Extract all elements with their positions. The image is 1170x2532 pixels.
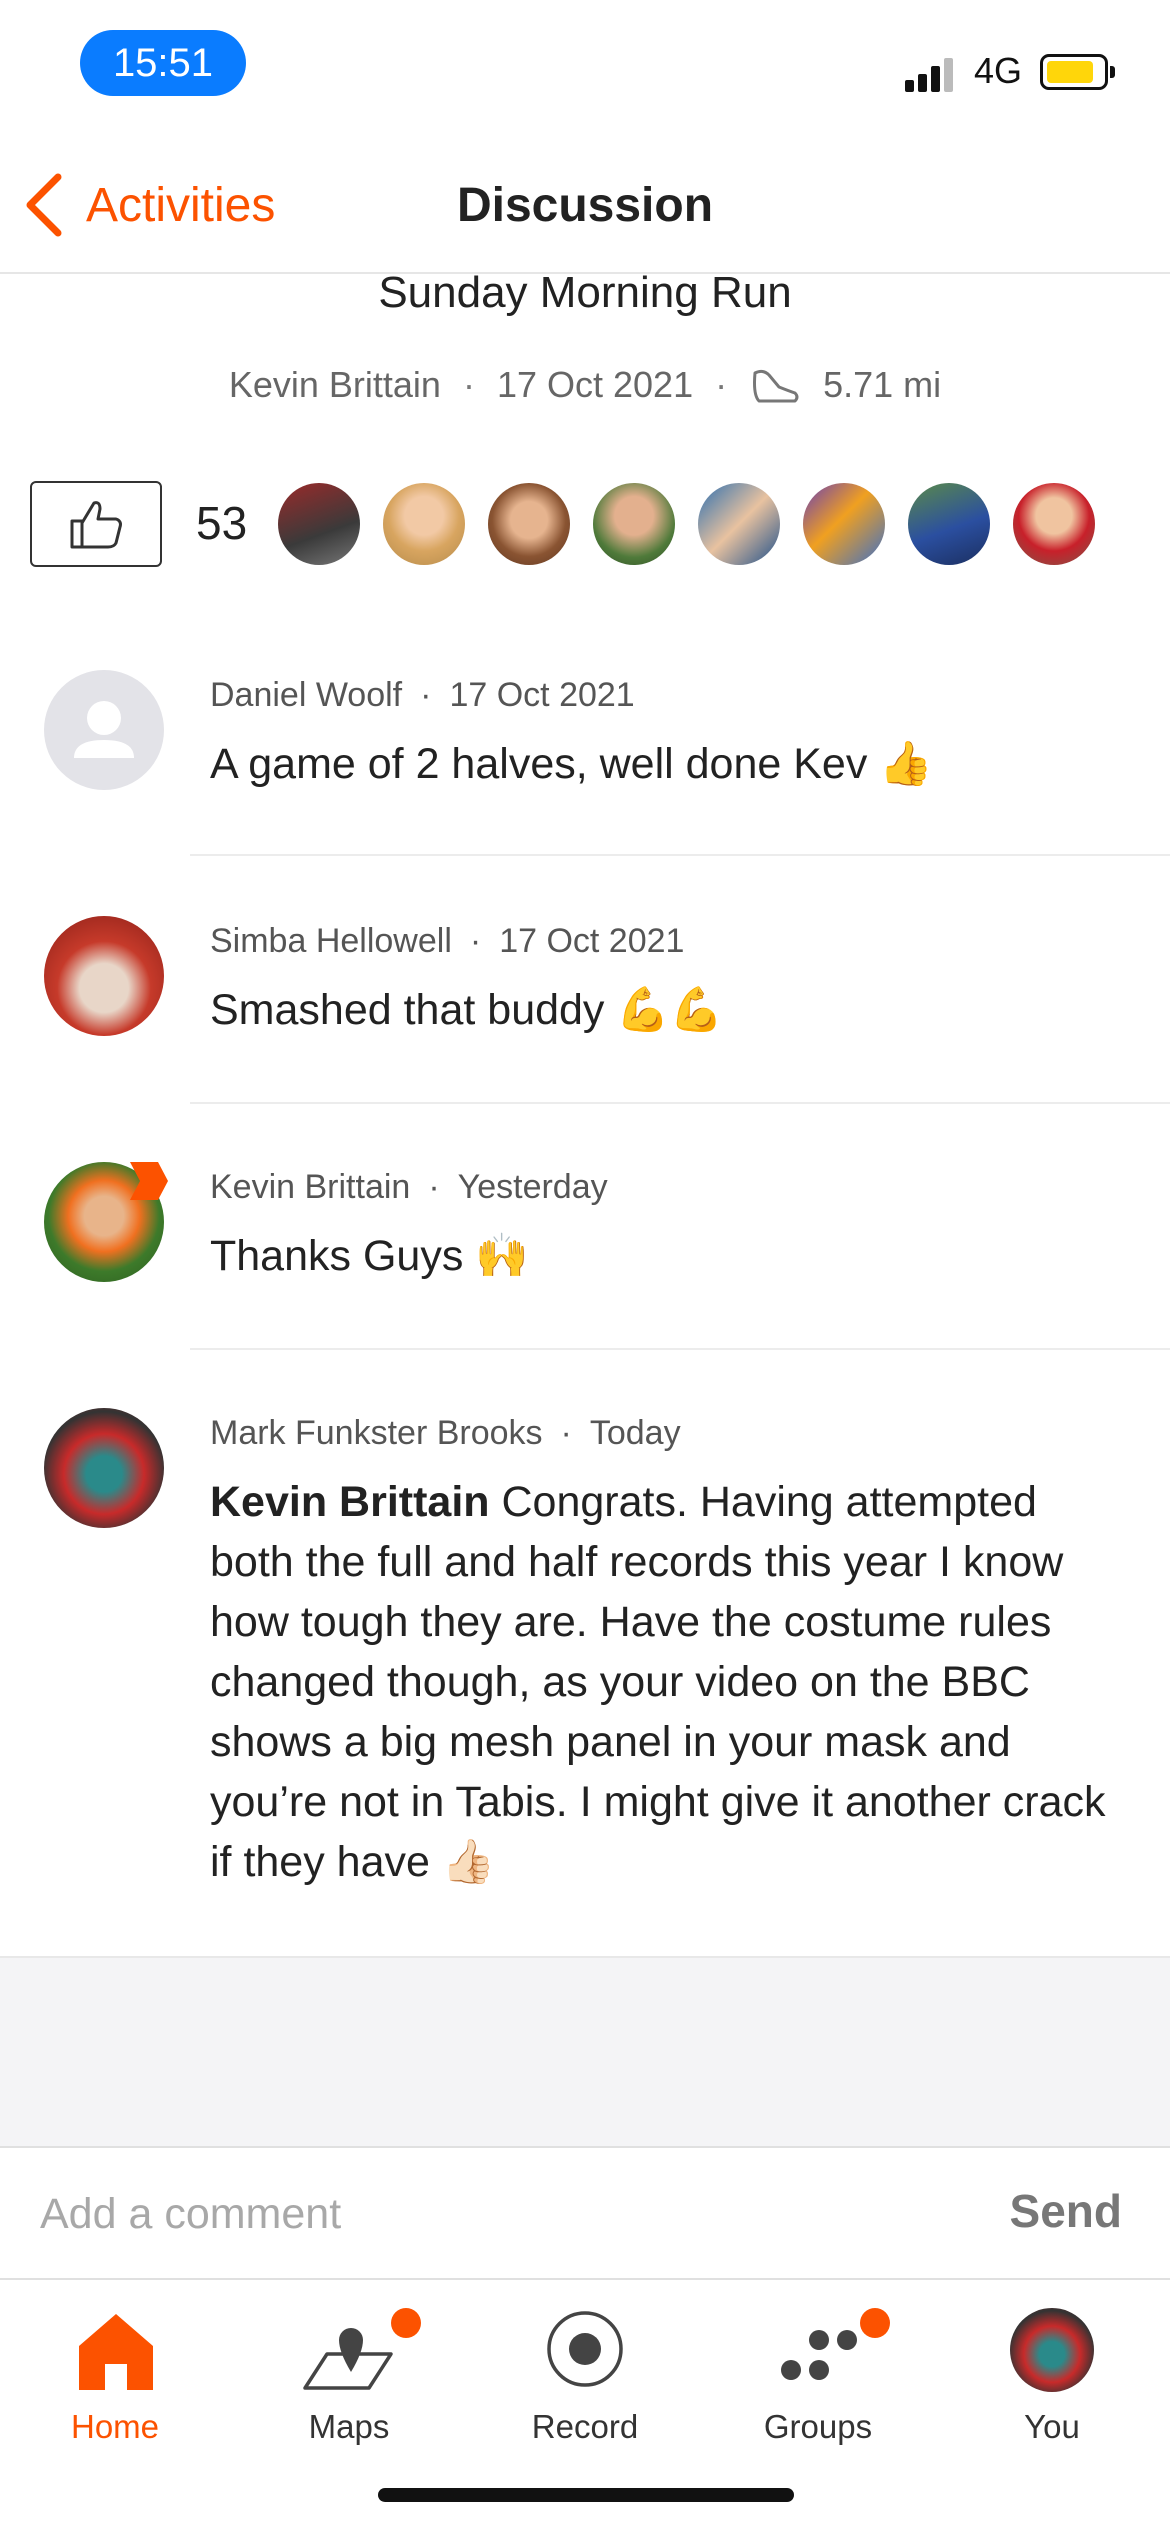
divider [190, 1102, 1170, 1104]
avatar[interactable] [383, 483, 465, 565]
battery-tip [1110, 66, 1115, 78]
list-item: Simba Hellowell · 17 Oct 2021 Smashed th… [0, 916, 1170, 1104]
activity-meta: Kevin Brittain · 17 Oct 2021 · 5.71 mi [0, 364, 1170, 406]
separator-dot: · [715, 364, 728, 405]
avatar[interactable] [44, 1408, 164, 1528]
avatar[interactable] [1013, 483, 1095, 565]
tab-label: Groups [763, 2408, 873, 2445]
comment-body: Congrats. Having attempted both the full… [210, 1478, 1106, 1886]
comment-input[interactable] [38, 2178, 962, 2250]
comment-meta: Kevin Brittain · Yesterday [210, 1168, 608, 1207]
comment-meta: Mark Funkster Brooks · Today [210, 1414, 681, 1453]
comment-author[interactable]: Simba Hellowell [210, 922, 452, 961]
separator-dot: · [469, 922, 482, 960]
status-time: 15:51 [80, 30, 246, 96]
comment-time: Today [589, 1414, 681, 1452]
tab-you[interactable]: You [967, 2292, 1137, 2446]
separator-dot: · [462, 364, 475, 405]
comment-meta: Daniel Woolf · 17 Oct 2021 [210, 676, 635, 715]
activity-date: 17 Oct 2021 [496, 364, 694, 405]
battery-icon [1040, 54, 1108, 90]
tab-home[interactable]: Home [30, 2292, 200, 2446]
strava-badge-icon [130, 1162, 168, 1200]
comment-text: A game of 2 halves, well done Kev 👍 [210, 740, 933, 788]
comment-text: Smashed that buddy 💪💪 [210, 986, 724, 1034]
comment-author[interactable]: Daniel Woolf [210, 676, 402, 715]
record-icon [547, 2311, 623, 2387]
send-button[interactable]: Send [1010, 2184, 1122, 2238]
page-title: Discussion [456, 179, 714, 232]
separator-dot: · [560, 1414, 572, 1452]
home-indicator [378, 2488, 794, 2502]
comment-time: Yesterday [457, 1168, 608, 1206]
battery-level [1047, 61, 1093, 83]
network-label: 4G [974, 50, 1023, 91]
groups-icon [781, 2330, 857, 2380]
comment-text: Kevin Brittain Congrats. Having attempte… [210, 1472, 1130, 1892]
tab-label: You [1024, 2408, 1080, 2445]
comments-footer-area [0, 1956, 1170, 2148]
avatar[interactable] [593, 483, 675, 565]
kudos-button[interactable] [30, 481, 162, 567]
comment-meta: Simba Hellowell · 17 Oct 2021 [210, 922, 684, 961]
activity-athlete[interactable]: Kevin Brittain [229, 364, 441, 406]
avatar[interactable] [488, 483, 570, 565]
comment-time: 17 Oct 2021 [499, 922, 685, 960]
divider [190, 1348, 1170, 1350]
avatar[interactable] [698, 483, 780, 565]
tab-record[interactable]: Record [500, 2292, 670, 2446]
tab-maps[interactable]: Maps [264, 2292, 434, 2446]
notification-badge [860, 2308, 890, 2338]
tab-label: Maps [308, 2408, 390, 2445]
comment-author[interactable]: Kevin Brittain [210, 1168, 410, 1207]
comment-mention[interactable]: Kevin Brittain [210, 1478, 490, 1526]
activity-distance: 5.71 mi [823, 364, 942, 405]
divider [190, 854, 1170, 856]
profile-avatar [1010, 2308, 1094, 2392]
comment-text: Thanks Guys 🙌 [210, 1232, 529, 1280]
separator-dot: · [420, 676, 432, 714]
tab-label: Home [70, 2408, 160, 2445]
kudos-count[interactable]: 53 [196, 496, 247, 550]
shoe-icon [753, 369, 799, 403]
home-icon [79, 2314, 153, 2390]
notification-badge [391, 2308, 421, 2338]
avatar[interactable] [803, 483, 885, 565]
comment-author[interactable]: Mark Funkster Brooks [210, 1414, 543, 1453]
thumbs-up-icon [70, 501, 122, 549]
avatar-placeholder[interactable] [44, 670, 164, 790]
tab-label: Record [531, 2408, 639, 2445]
avatar[interactable] [908, 483, 990, 565]
tab-groups[interactable]: Groups [733, 2292, 903, 2446]
list-item: Mark Funkster Brooks · Today Kevin Britt… [0, 1408, 1170, 1908]
person-icon [74, 701, 134, 758]
avatar[interactable] [278, 483, 360, 565]
map-icon [303, 2328, 393, 2390]
activity-title: Sunday Morning Run [378, 268, 792, 317]
list-item: Daniel Woolf · 17 Oct 2021 A game of 2 h… [0, 670, 1170, 856]
comment-bar: Send [0, 2146, 1170, 2280]
comment-time: 17 Oct 2021 [449, 676, 635, 714]
signal-icon [905, 56, 961, 92]
avatar[interactable] [44, 916, 164, 1036]
list-item: Kevin Brittain · Yesterday Thanks Guys 🙌 [0, 1162, 1170, 1350]
separator-dot: · [428, 1168, 440, 1206]
